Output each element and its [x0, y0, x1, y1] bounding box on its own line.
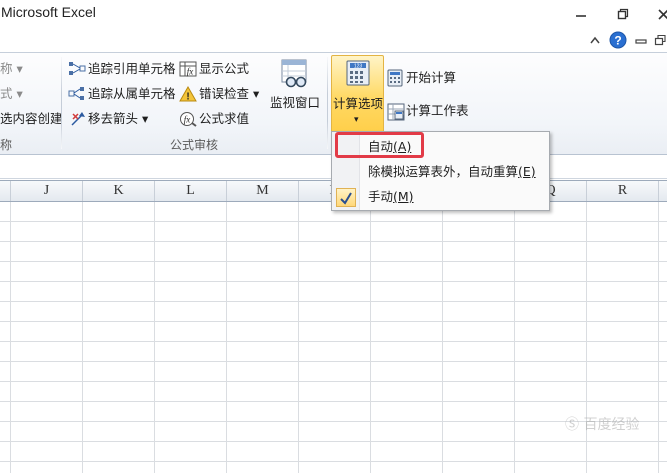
- watermark: Ⓢ 百度经验: [565, 417, 640, 433]
- error-checking-button[interactable]: 错误检查 ▾: [199, 86, 259, 102]
- grid-column-line: [82, 202, 83, 473]
- menu-item-automatic-except-tables-label: 除模拟运算表外，自动重算(E): [368, 164, 536, 180]
- calc-sheet-button[interactable]: 计算工作表: [406, 103, 469, 119]
- grid-column-line: [10, 202, 11, 473]
- title-bar: Microsoft Excel: [0, 0, 667, 27]
- window-restore-icon[interactable]: [653, 31, 667, 49]
- svg-text:123: 123: [354, 64, 363, 70]
- grid-column-line: [370, 202, 371, 473]
- show-formulas-icon: fx: [179, 61, 197, 80]
- trace-dependents-icon: [68, 86, 86, 105]
- group-separator: [327, 57, 328, 149]
- calculator-icon: 123: [345, 60, 371, 89]
- remove-arrows-button[interactable]: 移去箭头 ▾: [88, 111, 148, 127]
- column-header-k[interactable]: K: [83, 181, 155, 201]
- window-minimize-icon[interactable]: [634, 31, 648, 49]
- grid-row-line: [0, 241, 667, 242]
- grid-row-line: [0, 361, 667, 362]
- watch-window-button[interactable]: 监视窗口: [270, 95, 320, 111]
- grid-column-line: [658, 202, 659, 473]
- highlight-annotation: [335, 132, 424, 158]
- svg-text:fx: fx: [187, 67, 194, 77]
- trace-precedents-button[interactable]: 追踪引用单元格: [88, 61, 176, 77]
- svg-text:!: !: [186, 92, 189, 103]
- manual-text: 手动: [368, 189, 394, 204]
- calc-now-icon: [387, 69, 403, 90]
- window-title: Microsoft Excel: [1, 4, 96, 20]
- collapse-ribbon-icon[interactable]: [588, 31, 602, 49]
- menu-item-automatic-except-tables[interactable]: 除模拟运算表外，自动重算(E): [333, 160, 549, 184]
- calc-options-label: 计算选项: [333, 96, 384, 111]
- menu-item-manual[interactable]: 手动(M): [333, 185, 549, 209]
- automatic-except-tables-text: 除模拟运算表外，自动重算: [368, 164, 519, 179]
- grid-row-line: [0, 221, 667, 222]
- close-icon[interactable]: [652, 5, 667, 23]
- error-checking-label: 错误检查: [199, 86, 250, 101]
- column-header-m[interactable]: M: [227, 181, 299, 201]
- trace-dependents-button[interactable]: 追踪从属单元格: [88, 86, 176, 102]
- show-formulas-button[interactable]: 显示公式: [199, 61, 249, 77]
- checkmark-icon: [336, 188, 356, 207]
- grid-row-line: [0, 381, 667, 382]
- grid-column-line: [514, 202, 515, 473]
- menu-item-manual-label: 手动(M): [368, 189, 414, 205]
- column-header-r[interactable]: R: [587, 181, 659, 201]
- manual-key: (M): [393, 189, 414, 204]
- defined-names-group-label: 称: [0, 138, 13, 152]
- remove-arrows-label: 移去箭头: [88, 111, 139, 126]
- remove-arrows-icon: [70, 111, 86, 130]
- grid-row-line: [0, 321, 667, 322]
- define-name-label: 称: [0, 61, 13, 76]
- grid-row-line: [0, 461, 667, 462]
- svg-text:fx: fx: [184, 115, 191, 125]
- minimize-icon[interactable]: [570, 5, 592, 23]
- error-checking-icon: !: [179, 85, 197, 105]
- define-name-partial[interactable]: 称 ▾: [0, 61, 23, 77]
- grid-column-line: [226, 202, 227, 473]
- restore-icon[interactable]: [612, 5, 634, 23]
- automatic-except-tables-key: (E): [518, 164, 536, 179]
- grid-column-line: [298, 202, 299, 473]
- watch-window-icon: [280, 59, 310, 92]
- evaluate-formula-icon: fx: [179, 111, 197, 130]
- column-header-partial: [0, 181, 11, 201]
- help-icon[interactable]: ?: [608, 31, 628, 49]
- grid-row-line: [0, 441, 667, 442]
- grid-row-line: [0, 261, 667, 262]
- grid-row-line: [0, 301, 667, 302]
- calc-sheet-icon: [387, 103, 405, 124]
- ribbon-tab-row: ?: [0, 27, 667, 52]
- trace-precedents-icon: [68, 61, 86, 80]
- evaluate-formula-button[interactable]: 公式求值: [199, 111, 249, 127]
- calc-now-button[interactable]: 开始计算: [406, 70, 456, 86]
- grid-row-line: [0, 401, 667, 402]
- group-separator: [61, 57, 62, 149]
- svg-text:?: ?: [614, 34, 621, 48]
- grid-column-line: [154, 202, 155, 473]
- column-header-j[interactable]: J: [11, 181, 83, 201]
- grid-row-line: [0, 341, 667, 342]
- create-from-selection-partial[interactable]: 选内容创建: [0, 111, 63, 127]
- formula-auditing-group-label: 公式审核: [170, 138, 219, 152]
- grid-row-line: [0, 281, 667, 282]
- column-header-l[interactable]: L: [155, 181, 227, 201]
- use-in-formula-partial[interactable]: 式 ▾: [0, 86, 23, 102]
- calc-options-button[interactable]: 123 计算选项 ▾: [331, 55, 384, 133]
- calc-options-dropdown-icon: ▾: [354, 115, 359, 125]
- use-in-formula-label: 式: [0, 86, 13, 101]
- grid-column-line: [442, 202, 443, 473]
